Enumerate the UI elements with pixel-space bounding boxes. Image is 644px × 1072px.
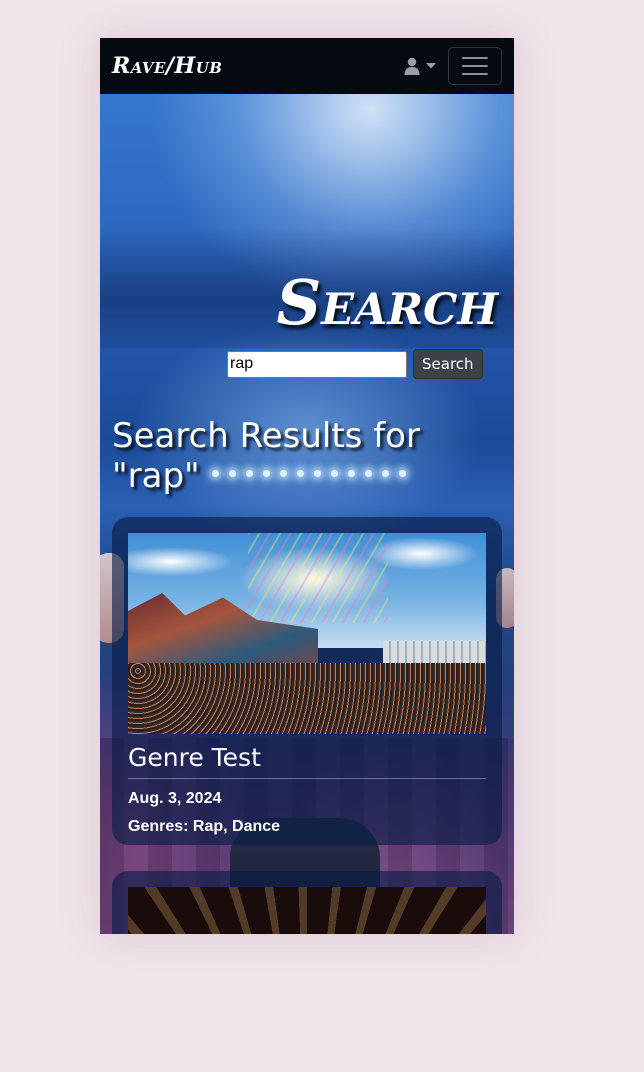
brand-logo[interactable]: Rave/Hub bbox=[112, 53, 222, 79]
user-icon bbox=[404, 57, 420, 75]
results-heading: Search Results for "rap" bbox=[112, 416, 420, 496]
hamburger-menu-icon[interactable] bbox=[448, 47, 502, 85]
event-image[interactable] bbox=[128, 887, 486, 934]
search-form: Search bbox=[227, 349, 483, 379]
result-card[interactable] bbox=[112, 871, 502, 934]
user-menu-toggle[interactable] bbox=[404, 57, 436, 75]
divider bbox=[128, 778, 486, 779]
event-title[interactable]: Genre Test bbox=[128, 742, 486, 774]
event-image[interactable] bbox=[128, 533, 486, 734]
app-viewport: Rave/Hub Search Search bbox=[100, 38, 514, 934]
result-card[interactable]: Genre Test Aug. 3, 2024 Genres: Rap, Dan… bbox=[112, 517, 502, 845]
search-button[interactable]: Search bbox=[413, 349, 483, 379]
event-date: Aug. 3, 2024 bbox=[128, 790, 222, 807]
caret-down-icon bbox=[426, 63, 436, 69]
navbar: Rave/Hub bbox=[100, 38, 514, 94]
event-genres: Genres: Rap, Dance bbox=[128, 818, 281, 835]
page-title: Search bbox=[276, 266, 499, 339]
search-input[interactable] bbox=[227, 350, 407, 378]
